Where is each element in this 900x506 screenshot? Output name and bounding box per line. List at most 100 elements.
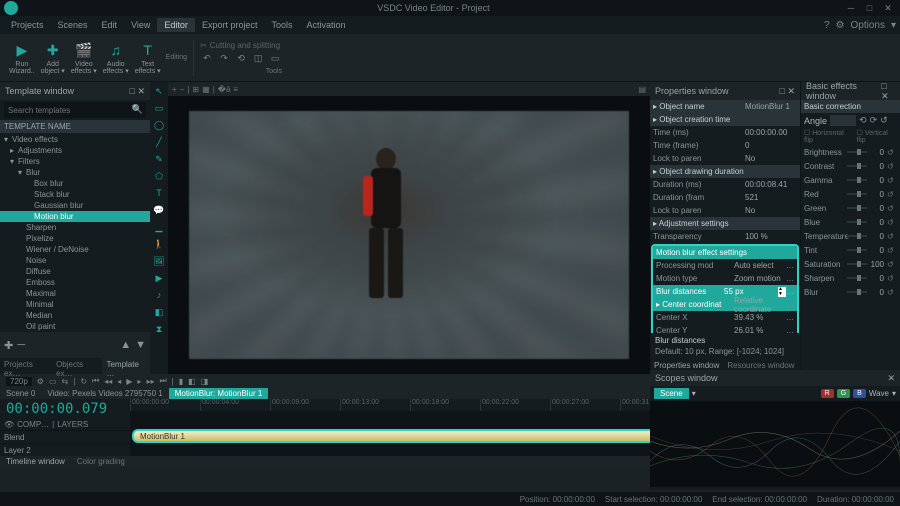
track-blend[interactable]: Blend: [0, 430, 130, 443]
walk-icon[interactable]: 🚶: [152, 237, 166, 251]
timeline-bottom-tab-1[interactable]: Color grading: [71, 456, 131, 467]
close-icon[interactable]: ✕: [880, 3, 896, 14]
template-tree[interactable]: ▾ Video effects▸ Adjustments▾ Filters▾ B…: [0, 133, 150, 332]
slider-saturation[interactable]: Saturation100↺: [801, 257, 900, 271]
prop-row[interactable]: Time (frame)0: [650, 139, 800, 152]
comp-label[interactable]: COMP…: [17, 420, 49, 429]
motion-blur-prop[interactable]: Center Y26.01 %…: [653, 324, 797, 333]
vflip-checkbox[interactable]: Vertical flip: [857, 130, 888, 144]
tree-node-diffuse[interactable]: Diffuse: [0, 266, 150, 277]
tree-node-box-blur[interactable]: Box blur: [0, 178, 150, 189]
rect-icon[interactable]: ▭: [152, 101, 166, 115]
motion-blur-prop[interactable]: Motion typeZoom motion…: [653, 272, 797, 285]
audio-icon[interactable]: ♪: [152, 288, 166, 302]
panel-close-icon[interactable]: ✕: [137, 86, 145, 96]
rotate-cw-icon[interactable]: ⟳: [870, 115, 878, 126]
template-search[interactable]: 🔍: [4, 102, 146, 118]
tree-node-pixelize[interactable]: Pixelize: [0, 233, 150, 244]
add-template-icon[interactable]: ✚: [4, 339, 13, 352]
scope-g-chip[interactable]: G: [837, 389, 850, 398]
minimize-icon[interactable]: ─: [843, 3, 859, 13]
layers-label[interactable]: LAYERS: [57, 420, 88, 429]
counter-icon[interactable]: ⧗: [152, 322, 166, 336]
tree-node-oil-paint[interactable]: Oil paint: [0, 321, 150, 332]
menu-view[interactable]: View: [124, 18, 157, 32]
crop-icon[interactable]: ◫: [251, 52, 265, 66]
tree-down-icon[interactable]: ▼: [135, 339, 146, 351]
help-icon[interactable]: ?: [824, 20, 830, 31]
remove-template-icon[interactable]: ─: [17, 339, 25, 351]
tree-node-filters[interactable]: ▾ Filters: [0, 156, 150, 167]
marker-icon[interactable]: ▮: [179, 377, 183, 386]
slider-tint[interactable]: Tint0↺: [801, 243, 900, 257]
line-icon[interactable]: ╱: [152, 135, 166, 149]
slider-temperature[interactable]: Temperature0↺: [801, 229, 900, 243]
settings-gear-icon[interactable]: ⚙: [836, 20, 845, 31]
tree-node-stack-blur[interactable]: Stack blur: [0, 189, 150, 200]
basicfx-close-icon[interactable]: ✕: [881, 91, 889, 101]
snap2-icon[interactable]: ▭: [49, 377, 57, 386]
scope-b-chip[interactable]: B: [853, 389, 866, 398]
text-icon[interactable]: T: [152, 186, 166, 200]
redo-icon[interactable]: ↷: [217, 52, 231, 66]
rotate-ccw-icon[interactable]: ⟲: [859, 115, 867, 126]
slider-contrast[interactable]: Contrast0↺: [801, 159, 900, 173]
angle-field[interactable]: [830, 115, 856, 126]
snap-icon[interactable]: ⊞: [192, 85, 199, 94]
cut-out-icon[interactable]: ◨: [201, 377, 209, 386]
ribbon-text[interactable]: TTexteffects ▾: [132, 40, 164, 75]
tree-node-blur[interactable]: ▾ Blur: [0, 167, 150, 178]
pen-icon[interactable]: ✎: [152, 152, 166, 166]
tree-node-adjustments[interactable]: ▸ Adjustments: [0, 145, 150, 156]
tree-node-median[interactable]: Median: [0, 310, 150, 321]
cut-in-icon[interactable]: ◧: [188, 377, 196, 386]
prop-row[interactable]: Duration (ms)00:00:08.41: [650, 178, 800, 191]
menu-projects[interactable]: Projects: [4, 18, 51, 32]
tree-node-video-effects[interactable]: ▾ Video effects: [0, 134, 150, 145]
chart-icon[interactable]: ▁: [152, 220, 166, 234]
menu-editor[interactable]: Editor: [157, 18, 195, 32]
tree-node-wiener-denoise[interactable]: Wiener / DeNoise: [0, 244, 150, 255]
ellipse-icon[interactable]: ◯: [152, 118, 166, 132]
scopes-dropdown-icon[interactable]: ▾: [692, 389, 696, 398]
config-icon[interactable]: ⚙: [37, 377, 44, 386]
scope-wave-dropdown-icon[interactable]: ▾: [892, 389, 896, 398]
tree-up-icon[interactable]: ▲: [120, 339, 131, 351]
tooltip-icon[interactable]: 💬: [152, 203, 166, 217]
scope-r-chip[interactable]: R: [821, 389, 834, 398]
align-icon[interactable]: ▭: [268, 52, 282, 66]
search-icon[interactable]: 🔍: [132, 104, 143, 115]
step-fwd-icon[interactable]: ▸▸: [146, 377, 154, 386]
image-icon[interactable]: 🖼: [152, 254, 166, 268]
tree-node-noise[interactable]: Noise: [0, 255, 150, 266]
frame-fwd-icon[interactable]: ▸: [137, 377, 141, 386]
slider-gamma[interactable]: Gamma0↺: [801, 173, 900, 187]
rotate-icon[interactable]: ⟲: [234, 52, 248, 66]
goto-start-icon[interactable]: ⏮: [92, 376, 99, 386]
slider-brightness[interactable]: Brightness0↺: [801, 145, 900, 159]
tree-node-emboss[interactable]: Emboss: [0, 277, 150, 288]
layers-icon[interactable]: ▤: [638, 85, 646, 94]
motion-blur-prop[interactable]: Center X39.43 %…: [653, 311, 797, 324]
slider-sharpen[interactable]: Sharpen0↺: [801, 271, 900, 285]
tree-node-minimal[interactable]: Minimal: [0, 299, 150, 310]
tree-node-motion-blur[interactable]: Motion blur: [0, 211, 150, 222]
scissors-icon[interactable]: ✂: [200, 41, 207, 50]
scopes-mode[interactable]: Scene: [654, 388, 689, 399]
menu-tools[interactable]: Tools: [264, 18, 299, 32]
search-input[interactable]: [8, 102, 130, 118]
properties-close-icon[interactable]: ✕: [787, 86, 795, 96]
left-tab-2[interactable]: Template …: [102, 358, 150, 374]
goto-end-icon[interactable]: ⏭: [159, 376, 166, 386]
slider-green[interactable]: Green0↺: [801, 201, 900, 215]
frame-back-icon[interactable]: ◂: [117, 377, 121, 386]
hflip-checkbox[interactable]: Horizontal flip: [804, 130, 844, 144]
motion-blur-prop[interactable]: Processing modAuto select…: [653, 259, 797, 272]
ribbon-add[interactable]: ✚Addobject ▾: [38, 40, 68, 75]
video-icon[interactable]: ▶: [152, 271, 166, 285]
loop-icon[interactable]: ↻: [80, 377, 87, 386]
slider-blur[interactable]: Blur0↺: [801, 285, 900, 299]
step-back-icon[interactable]: ◂◂: [104, 377, 112, 386]
tree-node-maximal[interactable]: Maximal: [0, 288, 150, 299]
slider-blue[interactable]: Blue0↺: [801, 215, 900, 229]
